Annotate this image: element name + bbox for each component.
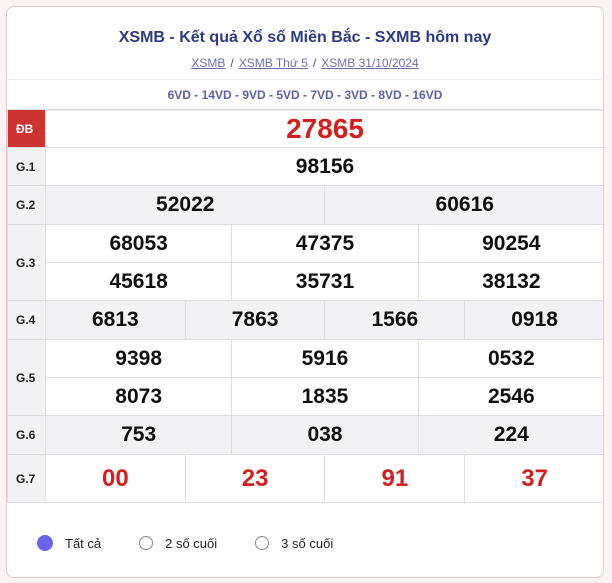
prize-g2-number: 52022 [44,185,326,225]
row-g3: G.3 68053 47375 90254 [7,224,603,301]
prize-g4-number: 6813 [45,300,186,340]
prize-label-g7: G.7 [7,454,46,503]
prize-g6-number: 224 [417,415,603,455]
prize-g3-number: 45618 [44,262,233,301]
prize-g3-number: 35731 [231,262,419,301]
prize-g3-number: 38132 [417,262,603,301]
prize-g4-number: 1566 [324,300,466,340]
prize-g5-number: 5916 [231,339,419,378]
prize-label-db: ĐB [7,109,46,148]
prize-g2-number: 60616 [324,185,603,225]
filter-last-2[interactable]: 2 số cuối [139,536,217,551]
prize-g4-number: 0918 [464,300,603,340]
prize-g5-number: 8073 [44,377,233,416]
radio-selected-icon[interactable] [37,535,53,551]
prize-g3-number: 47375 [231,224,419,263]
row-g6: G.6 753 038 224 [7,415,603,455]
prize-g6-number: 038 [231,415,419,455]
prize-g7-number: 00 [45,454,186,503]
prize-g3-number: 90254 [417,224,603,263]
row-db: ĐB 27865 [7,109,603,148]
prize-g5-number: 2546 [417,377,603,416]
draw-codes: 6VD - 14VD - 9VD - 5VD - 7VD - 3VD - 8VD… [7,79,603,111]
prize-db-number: 27865 [45,109,603,148]
results-table: ĐB 27865 G.1 98156 G.2 52022 60616 G.3 6… [7,109,603,503]
prize-g7-number: 37 [464,454,603,503]
radio-icon[interactable] [139,536,154,550]
prize-g5-number: 1835 [231,377,419,416]
filter-last-2-label: 2 số cuối [165,535,218,551]
prize-g7-number: 91 [324,454,466,503]
breadcrumb-xsmb-date[interactable]: XSMB 31/10/2024 [321,56,418,70]
row-g7: G.7 00 23 91 37 [7,454,603,503]
row-g5: G.5 9398 5916 0532 [7,339,603,416]
prize-g3-number: 68053 [44,224,233,263]
breadcrumb-xsmb-thu5[interactable]: XSMB Thứ 5 [239,56,308,70]
row-g4: G.4 6813 7863 1566 0918 [7,300,603,340]
prize-g5-number: 0532 [417,339,603,378]
prize-label-g4: G.4 [7,300,46,340]
prize-label-g6: G.6 [7,415,46,455]
prize-label-g3: G.3 [7,224,46,301]
prize-g4-number: 7863 [184,300,326,340]
breadcrumb-xsmb[interactable]: XSMB [191,56,225,70]
breadcrumb: XSMB / XSMB Thứ 5/XSMB 31/10/2024 [191,56,419,70]
row-g2: G.2 52022 60616 [7,185,603,225]
radio-icon[interactable] [255,536,270,550]
page-title: XSMB - Kết quả Xổ số Miền Bắc - SXMB hôm… [118,29,492,46]
prize-g6-number: 753 [44,415,233,455]
filter-last-3[interactable]: 3 số cuối [255,536,333,551]
prize-label-g2: G.2 [7,185,46,225]
prize-label-g5: G.5 [7,339,46,416]
row-g5b: 8073 1835 2546 [8,377,603,416]
prize-g1-number: 98156 [45,147,603,186]
row-g3b: 45618 35731 38132 [8,262,603,301]
row-g1: G.1 98156 [7,147,603,186]
filter-all[interactable]: Tất cả [37,535,101,551]
digit-filter: Tất cả 2 số cuối 3 số cuối [37,535,371,551]
prize-g7-number: 23 [184,454,326,503]
filter-all-label: Tất cả [65,535,102,551]
results-card: XSMB - Kết quả Xổ số Miền Bắc - SXMB hôm… [6,6,604,578]
filter-last-3-label: 3 số cuối [281,535,334,551]
prize-label-g1: G.1 [7,147,46,186]
prize-g5-number: 9398 [44,339,233,378]
